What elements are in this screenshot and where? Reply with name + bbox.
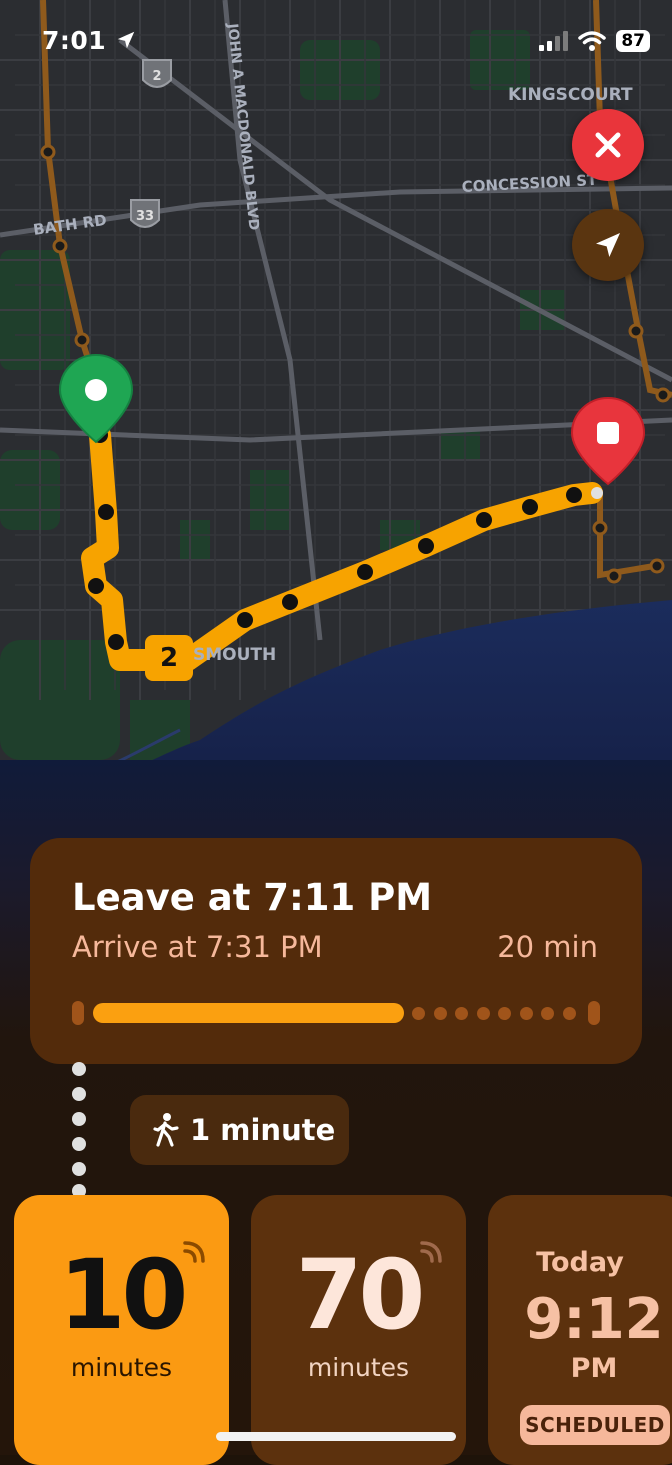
destination-point bbox=[591, 487, 603, 499]
remaining-progress-dot bbox=[498, 1007, 511, 1020]
battery-indicator: 87 bbox=[616, 30, 650, 52]
walk-duration-label: 1 minute bbox=[190, 1113, 336, 1147]
remaining-progress-dot bbox=[455, 1007, 468, 1020]
departure-day: Today bbox=[536, 1247, 624, 1278]
shield-33-label: 33 bbox=[136, 209, 154, 224]
departure-ampm: PM bbox=[570, 1353, 618, 1384]
route-number-badge[interactable]: 2 bbox=[145, 635, 193, 681]
wifi-icon bbox=[578, 31, 607, 51]
remaining-progress-dot bbox=[519, 1007, 533, 1020]
departure-clock-time: 9:12 bbox=[524, 1287, 664, 1352]
departure-card-next[interactable]: 10 minutes bbox=[14, 1195, 229, 1465]
highway-shield-33: 33 bbox=[130, 199, 160, 228]
remaining-progress-dot bbox=[476, 1007, 490, 1020]
status-indicators: 87 bbox=[538, 28, 650, 54]
walking-person-icon bbox=[153, 1113, 179, 1147]
home-indicator[interactable] bbox=[216, 1432, 456, 1441]
location-services-icon bbox=[118, 31, 135, 49]
remaining-progress-dot bbox=[433, 1007, 447, 1020]
remaining-progress-dot bbox=[541, 1007, 554, 1020]
shield-2-label: 2 bbox=[152, 69, 161, 84]
neighborhood-label-portsmouth: SMOUTH bbox=[193, 645, 276, 665]
departure-minutes: 70 bbox=[295, 1239, 426, 1351]
departure-card-second[interactable]: 70 minutes bbox=[251, 1195, 466, 1465]
neighborhood-label-kingscourt: KINGSCOURT bbox=[508, 85, 633, 105]
remaining-progress-dot bbox=[412, 1007, 425, 1020]
departure-unit: minutes bbox=[307, 1353, 410, 1382]
location-arrow-icon bbox=[596, 233, 620, 257]
trip-progress-track bbox=[72, 1001, 600, 1025]
walk-duration-chip: 1 minute bbox=[130, 1095, 349, 1165]
remaining-progress-dot bbox=[562, 1007, 576, 1020]
close-icon bbox=[595, 132, 621, 158]
departure-card-scheduled[interactable]: Today 9:12 PM SCHEDULED bbox=[488, 1195, 672, 1465]
locate-me-button[interactable] bbox=[572, 209, 644, 281]
track-start-cap bbox=[72, 1001, 84, 1025]
trip-duration: 20 min bbox=[497, 930, 598, 964]
close-button[interactable] bbox=[572, 109, 644, 181]
trip-progress-fill bbox=[93, 1003, 404, 1023]
cellular-signal-icon bbox=[539, 31, 569, 51]
status-time: 7:01 bbox=[42, 26, 137, 55]
leave-time: Leave at 7:11 PM bbox=[72, 876, 433, 919]
walk-connector bbox=[72, 1062, 86, 1198]
highway-shield-2: 2 bbox=[142, 59, 172, 88]
trip-summary-card[interactable]: Leave at 7:11 PM Arrive at 7:31 PM 20 mi… bbox=[30, 838, 642, 1064]
track-end-cap bbox=[588, 1001, 600, 1025]
arrive-time: Arrive at 7:31 PM bbox=[72, 930, 323, 964]
departure-minutes: 10 bbox=[58, 1239, 189, 1351]
departure-unit: minutes bbox=[70, 1353, 173, 1382]
scheduled-badge: SCHEDULED bbox=[520, 1405, 670, 1445]
